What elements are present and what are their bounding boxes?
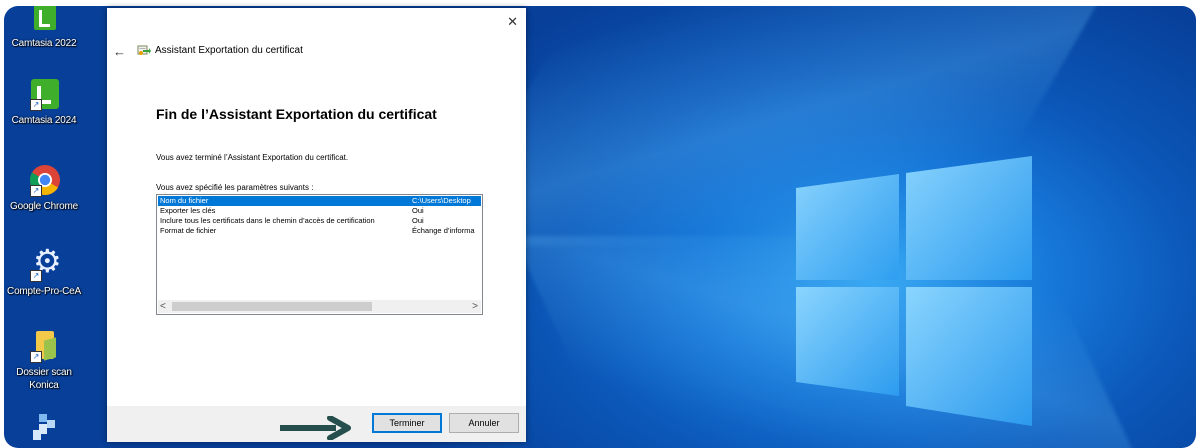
completed-message: Vous avez terminé l’Assistant Exportatio…: [156, 153, 349, 162]
desktop-icon-camtasia-2024[interactable]: ↗ Camtasia 2024: [4, 77, 84, 127]
page-heading: Fin de l’Assistant Exportation du certif…: [156, 106, 437, 122]
windows-logo-icon: [796, 156, 1032, 426]
desktop-icon-compte-pro-cea[interactable]: ⚙ ↗ Compte-Pro-CeA: [4, 244, 84, 298]
dialog-title: Assistant Exportation du certificat: [155, 45, 303, 56]
parameters-list[interactable]: Nom du fichier C:\Users\Desktop Exporter…: [156, 194, 483, 315]
annotation-arrow-icon: [280, 416, 351, 440]
list-item[interactable]: Inclure tous les certificats dans le che…: [158, 216, 481, 226]
desktop-icon-camtasia-2022[interactable]: Camtasia 2022: [4, 6, 84, 50]
finish-button[interactable]: Terminer: [372, 413, 442, 433]
cancel-button[interactable]: Annuler: [449, 413, 519, 433]
desktop-icon-label: Dossier scan: [16, 367, 72, 378]
desktop-icon-label: Google Chrome: [10, 201, 78, 212]
param-name: Inclure tous les certificats dans le che…: [160, 216, 375, 225]
param-name: Exporter les clés: [160, 206, 216, 215]
param-name: Format de fichier: [160, 226, 217, 235]
gear-icon: ⚙ ↗: [27, 244, 62, 282]
desktop-icon-label: Camtasia 2022: [11, 38, 77, 49]
back-arrow-icon[interactable]: ←: [113, 44, 126, 59]
chrome-icon: ↗: [27, 163, 61, 197]
screenshot-frame: Camtasia 2022 ↗ Camtasia 2024 ↗ Google C…: [0, 0, 1200, 448]
desktop-icon-label: Compte-Pro-CeA: [7, 286, 81, 297]
folder-icon: ↗: [27, 329, 61, 363]
scroll-left-icon[interactable]: <: [160, 300, 166, 313]
param-value: Oui: [412, 206, 424, 215]
param-value: Oui: [412, 216, 424, 225]
certificate-icon: [137, 45, 151, 55]
horizontal-scrollbar[interactable]: < >: [158, 300, 481, 313]
desktop-icon-dossier-scan-konica[interactable]: ↗ Dossier scan Konica: [4, 329, 84, 392]
app-icon: [27, 410, 61, 444]
camtasia-icon: ↗: [27, 77, 61, 111]
param-value: C:\Users\Desktop: [412, 196, 471, 205]
desktop-icon-label-line2: Konica: [29, 380, 59, 391]
parameters-label: Vous avez spécifié les paramètres suivan…: [156, 183, 314, 192]
desktop-icon-label: Camtasia 2024: [11, 115, 77, 126]
close-icon[interactable]: ✕: [507, 14, 518, 30]
list-item[interactable]: Nom du fichier C:\Users\Desktop: [158, 196, 481, 206]
certificate-export-wizard-dialog: ✕ ← Assistant Exportation du certificat …: [107, 8, 526, 442]
scrollbar-thumb[interactable]: [172, 302, 372, 311]
param-value: Échange d’informa: [412, 226, 475, 235]
camtasia-icon: [27, 6, 61, 34]
list-item[interactable]: Format de fichier Échange d’informa: [158, 226, 481, 236]
param-name: Nom du fichier: [160, 196, 209, 205]
desktop-icon-google-chrome[interactable]: ↗ Google Chrome: [4, 163, 84, 213]
scroll-right-icon[interactable]: >: [472, 300, 478, 313]
desktop-icon-app[interactable]: [4, 410, 84, 447]
list-item[interactable]: Exporter les clés Oui: [158, 206, 481, 216]
